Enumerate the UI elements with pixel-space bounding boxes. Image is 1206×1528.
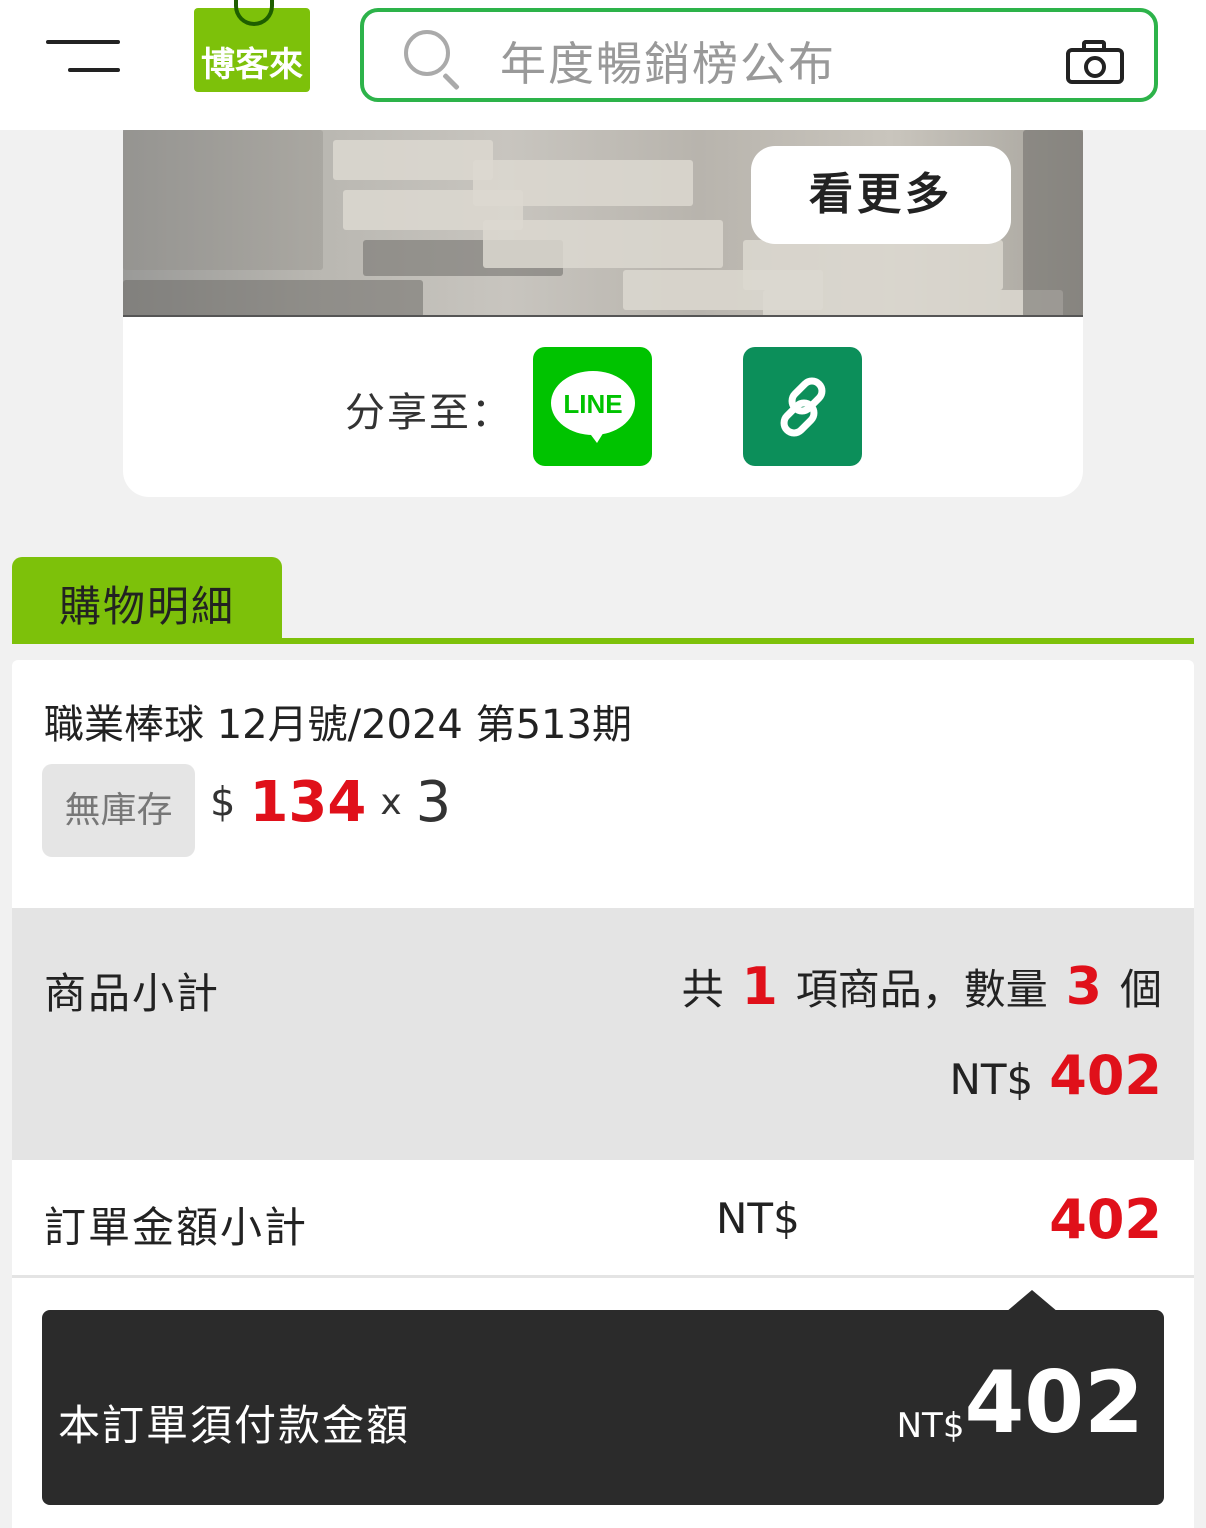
search-input[interactable]: 年度暢銷榜公布: [500, 28, 836, 94]
tab-shopping-details[interactable]: 購物明細: [12, 557, 282, 641]
subtotal-value: 402: [1049, 1044, 1162, 1107]
logo-smile-icon: [234, 0, 274, 26]
line-label: LINE: [563, 389, 623, 419]
order-subtotal-label: 訂單金額小計: [44, 1203, 309, 1252]
pointer-arrow: [1006, 1290, 1058, 1312]
currency-symbol: $: [210, 779, 236, 826]
payment-amount: NT$402: [896, 1353, 1144, 1453]
hamburger-icon: [46, 40, 120, 44]
menu-button[interactable]: [46, 36, 122, 76]
tab-label: 購物明細: [58, 582, 235, 631]
share-label: 分享至：: [345, 390, 513, 436]
search-icon[interactable]: [404, 30, 460, 91]
search-box[interactable]: 年度暢銷榜公布: [360, 8, 1158, 102]
link-icon: [780, 377, 826, 437]
site-logo[interactable]: 博客來: [194, 0, 310, 92]
multiply-sign: x: [380, 782, 402, 823]
price-line: $134 x 3: [210, 770, 451, 850]
item-quantity: 3: [415, 770, 452, 835]
payment-total-box: 本訂單須付款金額 NT$402: [42, 1290, 1164, 1505]
top-header: 博客來 年度暢銷榜公布: [0, 0, 1206, 130]
tab-underline: [12, 638, 1194, 644]
total-quantity: 3: [1065, 957, 1102, 1017]
order-panel: 職業棒球 12月號/2024 第513期 無庫存 $134 x 3 商品小計 共1項…: [12, 660, 1194, 1528]
item-count: 1: [741, 957, 778, 1017]
line-share-button[interactable]: LINE: [533, 347, 652, 466]
camera-icon[interactable]: [1066, 40, 1124, 84]
subtotal-amount: NT$ 402: [949, 1044, 1162, 1107]
unit-price: 134: [249, 770, 367, 835]
payment-label: 本訂單須付款金額: [58, 1401, 411, 1450]
subtotal-summary: 共 1 項商品，數量 3 個: [681, 957, 1162, 1017]
stock-status-badge: 無庫存: [42, 764, 195, 857]
logo-text: 博客來: [201, 45, 303, 85]
payment-value: 402: [964, 1353, 1144, 1453]
see-more-button[interactable]: 看更多: [751, 146, 1011, 244]
order-subtotal-currency: NT$: [716, 1194, 800, 1243]
product-title[interactable]: 職業棒球 12月號/2024 第513期: [44, 692, 632, 750]
copy-link-button[interactable]: [743, 347, 862, 466]
product-subtotal-section: 商品小計 共 1 項商品，數量 3 個 NT$ 402: [12, 908, 1194, 1160]
order-subtotal-row: 訂單金額小計 NT$ 402: [12, 1160, 1194, 1278]
subtotal-label: 商品小計: [44, 969, 221, 1018]
order-subtotal-value: 402: [1049, 1188, 1162, 1251]
banner-card: 看更多 分享至： LINE: [123, 130, 1083, 497]
